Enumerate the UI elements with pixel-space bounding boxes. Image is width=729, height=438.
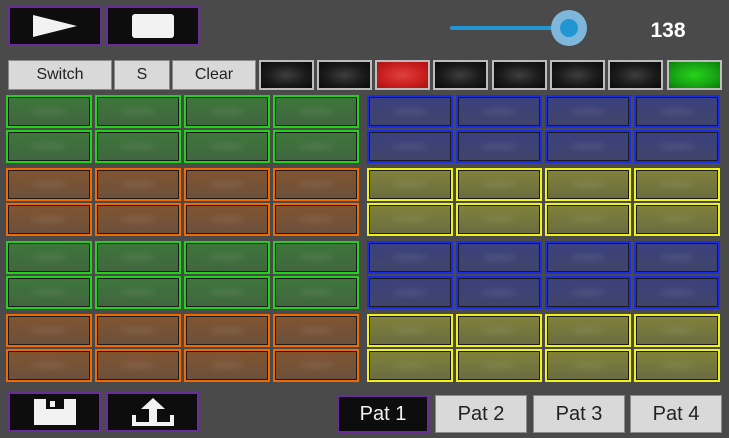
pad-yellow[interactable] — [456, 168, 542, 201]
pad-blue[interactable] — [367, 241, 453, 274]
pad-orange[interactable] — [273, 314, 359, 347]
pad-green[interactable] — [6, 241, 92, 274]
tempo-slider[interactable] — [450, 10, 588, 46]
pad-orange[interactable] — [273, 349, 359, 382]
pad-orange[interactable] — [6, 349, 92, 382]
pad-blue[interactable] — [634, 95, 720, 128]
pad-green[interactable] — [273, 130, 359, 163]
s-button[interactable]: S — [114, 60, 170, 90]
pattern-button[interactable]: Pat 3 — [533, 395, 625, 433]
step-indicator — [492, 60, 547, 90]
step-indicator — [259, 60, 314, 90]
pad-green[interactable] — [273, 95, 359, 128]
pad-green[interactable] — [184, 241, 270, 274]
pad-yellow[interactable] — [634, 203, 720, 236]
tempo-value: 138 — [650, 19, 686, 42]
pad-blue[interactable] — [545, 95, 631, 128]
play-button[interactable] — [8, 6, 102, 46]
pad-blue[interactable] — [634, 130, 720, 163]
pad-orange[interactable] — [184, 203, 270, 236]
pad-green[interactable] — [184, 276, 270, 309]
pad-green[interactable] — [273, 276, 359, 309]
pad-orange[interactable] — [95, 314, 181, 347]
pad-yellow[interactable] — [545, 168, 631, 201]
pad-blue[interactable] — [634, 241, 720, 274]
clear-button[interactable]: Clear — [172, 60, 256, 90]
save-icon — [33, 399, 76, 425]
pad-green[interactable] — [6, 95, 92, 128]
pad-yellow[interactable] — [634, 349, 720, 382]
pad-orange[interactable] — [184, 314, 270, 347]
pad-green[interactable] — [95, 130, 181, 163]
pad-blue[interactable] — [367, 130, 453, 163]
pattern-button[interactable]: Pat 2 — [435, 395, 527, 433]
pad-orange[interactable] — [184, 349, 270, 382]
pad-orange[interactable] — [184, 168, 270, 201]
step-indicator — [667, 60, 722, 90]
pad-green[interactable] — [184, 95, 270, 128]
pad-orange[interactable] — [273, 168, 359, 201]
step-indicator — [433, 60, 488, 90]
pad-blue[interactable] — [456, 95, 542, 128]
pad-blue[interactable] — [456, 276, 542, 309]
pad-blue[interactable] — [545, 130, 631, 163]
pad-blue[interactable] — [545, 241, 631, 274]
upload-button[interactable] — [106, 392, 199, 432]
pad-yellow[interactable] — [545, 314, 631, 347]
pad-orange[interactable] — [95, 168, 181, 201]
pad-green[interactable] — [95, 241, 181, 274]
pad-orange[interactable] — [6, 168, 92, 201]
stop-button[interactable] — [106, 6, 200, 46]
switch-button[interactable]: Switch — [8, 60, 112, 90]
pad-yellow[interactable] — [367, 314, 453, 347]
pad-yellow[interactable] — [456, 203, 542, 236]
pattern-button[interactable]: Pat 4 — [630, 395, 722, 433]
pad-orange[interactable] — [273, 203, 359, 236]
pad-blue[interactable] — [367, 95, 453, 128]
pad-yellow[interactable] — [367, 203, 453, 236]
step-indicator — [608, 60, 663, 90]
pad-green[interactable] — [95, 276, 181, 309]
pad-grid — [6, 95, 723, 385]
pad-yellow[interactable] — [456, 349, 542, 382]
upload-icon — [131, 398, 174, 426]
step-indicator — [317, 60, 372, 90]
pad-yellow[interactable] — [634, 314, 720, 347]
pad-blue[interactable] — [456, 130, 542, 163]
pad-green[interactable] — [95, 95, 181, 128]
pad-green[interactable] — [273, 241, 359, 274]
pad-yellow[interactable] — [545, 349, 631, 382]
pad-blue[interactable] — [367, 276, 453, 309]
pad-orange[interactable] — [95, 349, 181, 382]
pad-blue[interactable] — [634, 276, 720, 309]
pad-yellow[interactable] — [456, 314, 542, 347]
pad-green[interactable] — [6, 276, 92, 309]
pad-blue[interactable] — [545, 276, 631, 309]
save-button[interactable] — [8, 392, 101, 432]
step-indicator — [550, 60, 605, 90]
pad-orange[interactable] — [6, 314, 92, 347]
tempo-slider-thumb[interactable] — [551, 10, 588, 46]
pad-yellow[interactable] — [367, 168, 453, 201]
pad-green[interactable] — [184, 130, 270, 163]
pad-yellow[interactable] — [367, 349, 453, 382]
pad-green[interactable] — [6, 130, 92, 163]
pad-orange[interactable] — [95, 203, 181, 236]
pattern-button[interactable]: Pat 1 — [337, 395, 429, 433]
step-indicator — [375, 60, 430, 90]
pad-orange[interactable] — [6, 203, 92, 236]
pad-yellow[interactable] — [634, 168, 720, 201]
pad-blue[interactable] — [456, 241, 542, 274]
play-icon — [33, 15, 77, 37]
pad-yellow[interactable] — [545, 203, 631, 236]
stop-icon — [132, 14, 174, 38]
